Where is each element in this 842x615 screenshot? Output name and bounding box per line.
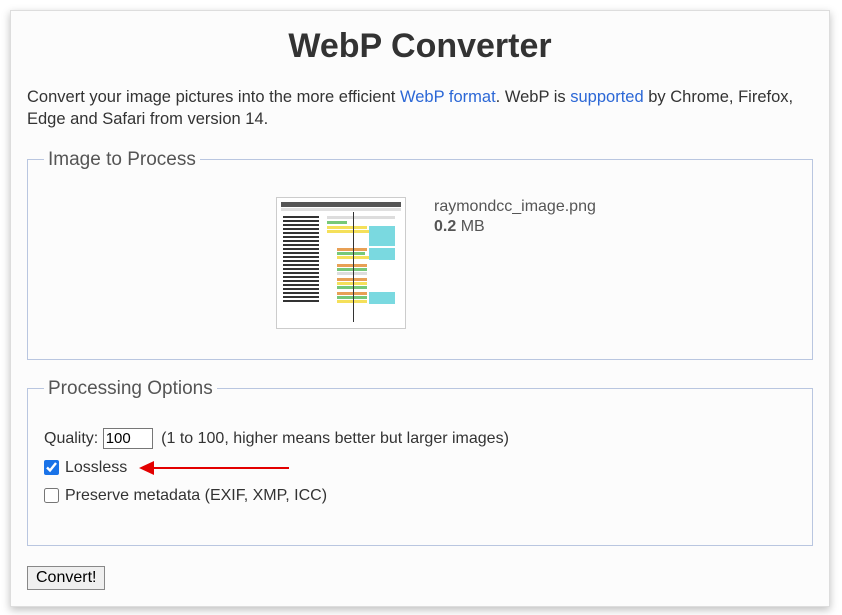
file-thumbnail	[276, 197, 406, 329]
quality-row: Quality: (1 to 100, higher means better …	[44, 428, 796, 449]
quality-label: Quality:	[44, 430, 98, 447]
quality-input[interactable]	[103, 428, 153, 449]
page-title: WebP Converter	[27, 27, 813, 66]
intro-prefix: Convert your image pictures into the mor…	[27, 88, 400, 106]
processing-options-section: Processing Options Quality: (1 to 100, h…	[27, 378, 813, 546]
lossless-checkbox[interactable]	[44, 460, 59, 475]
preserve-metadata-label: Preserve metadata (EXIF, XMP, ICC)	[65, 487, 327, 505]
file-name: raymondcc_image.png	[434, 198, 596, 216]
webp-format-link[interactable]: WebP format	[400, 88, 496, 106]
intro-text: Convert your image pictures into the mor…	[27, 86, 813, 131]
supported-link[interactable]: supported	[570, 88, 643, 106]
lossless-label: Lossless	[65, 459, 127, 477]
image-to-process-section: Image to Process	[27, 149, 813, 360]
image-section-legend: Image to Process	[44, 149, 200, 171]
quality-hint: (1 to 100, higher means better but large…	[161, 430, 509, 447]
options-section-legend: Processing Options	[44, 378, 217, 400]
convert-button[interactable]: Convert!	[27, 566, 105, 590]
preserve-metadata-checkbox[interactable]	[44, 488, 59, 503]
file-size-unit: MB	[456, 218, 484, 235]
file-info: raymondcc_image.png 0.2 MB	[434, 197, 596, 236]
annotation-arrow-icon	[139, 461, 289, 475]
file-size-value: 0.2	[434, 218, 456, 235]
metadata-row: Preserve metadata (EXIF, XMP, ICC)	[44, 487, 796, 505]
converter-panel: WebP Converter Convert your image pictur…	[10, 10, 830, 607]
lossless-row: Lossless	[44, 459, 796, 477]
file-row: raymondcc_image.png 0.2 MB	[44, 185, 796, 329]
intro-mid: . WebP is	[496, 88, 571, 106]
